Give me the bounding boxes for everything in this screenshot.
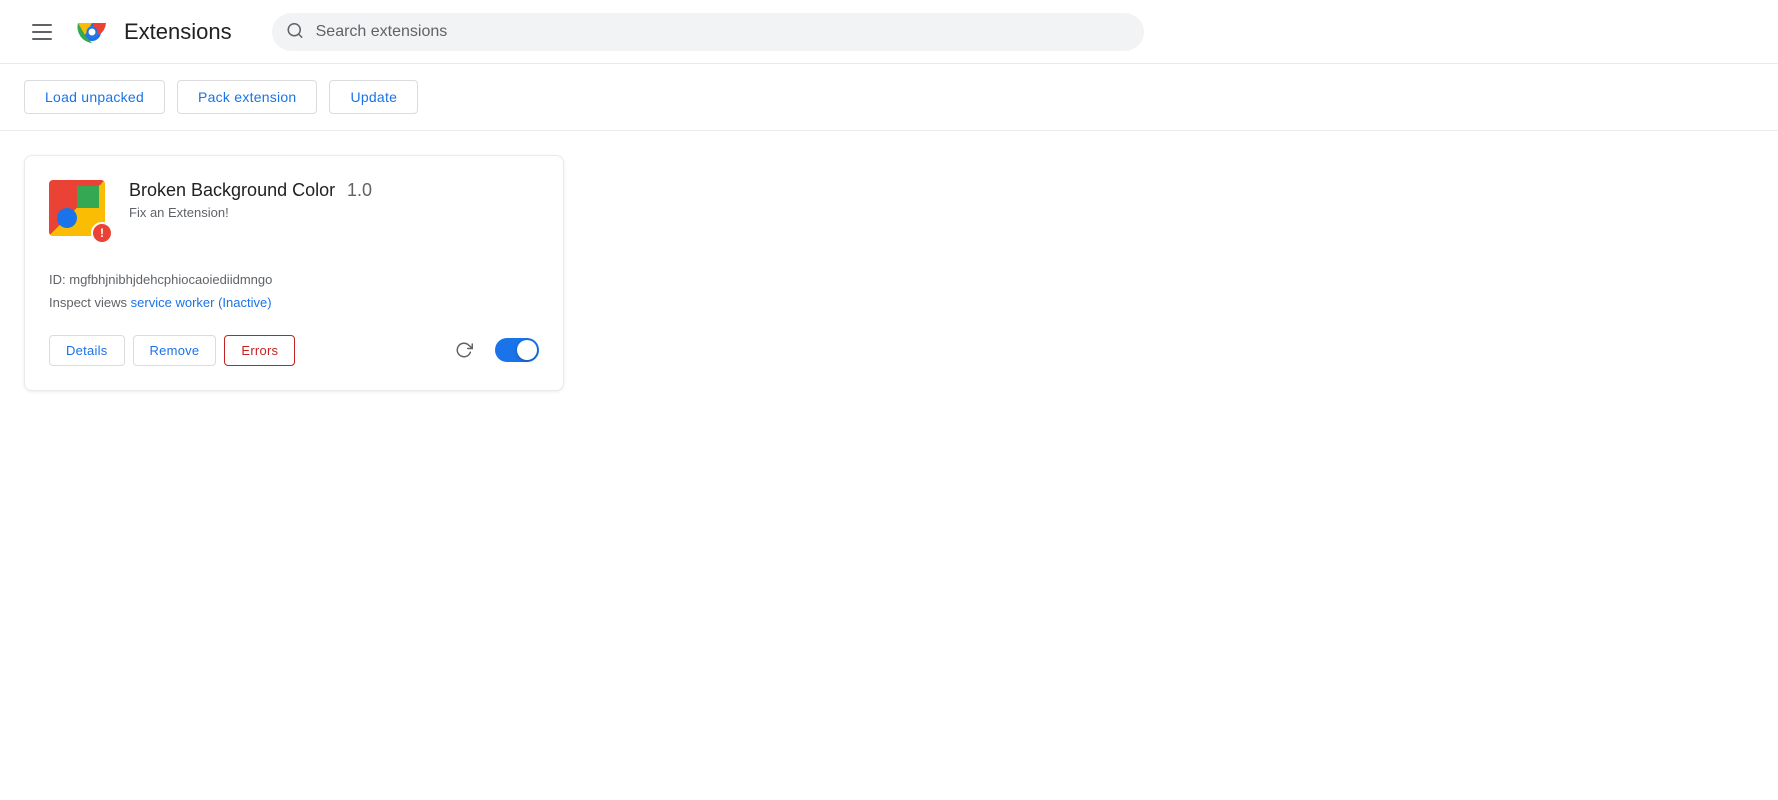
page-title: Extensions bbox=[124, 19, 232, 45]
app-header: Extensions bbox=[0, 0, 1778, 64]
extension-version: 1.0 bbox=[347, 180, 372, 200]
extension-card: ! Broken Background Color 1.0 Fix an Ext… bbox=[24, 155, 564, 391]
search-icon bbox=[286, 21, 304, 42]
load-unpacked-button[interactable]: Load unpacked bbox=[24, 80, 165, 114]
id-value: mgfbhjnibhjdehcphiocaoiediidmngo bbox=[69, 272, 272, 287]
extension-info: Broken Background Color 1.0 Fix an Exten… bbox=[129, 180, 372, 220]
error-badge-icon: ! bbox=[91, 222, 113, 244]
errors-button-wrap: Errors bbox=[224, 335, 295, 366]
reload-icon bbox=[455, 341, 473, 359]
toolbar: Load unpacked Pack extension Update bbox=[0, 64, 1778, 131]
remove-button[interactable]: Remove bbox=[133, 335, 217, 366]
id-label: ID: bbox=[49, 272, 66, 287]
extension-name: Broken Background Color bbox=[129, 180, 335, 200]
search-input[interactable] bbox=[272, 13, 1144, 51]
inspect-label: Inspect views bbox=[49, 295, 127, 310]
pack-extension-button[interactable]: Pack extension bbox=[177, 80, 317, 114]
details-button[interactable]: Details bbox=[49, 335, 125, 366]
card-header: ! Broken Background Color 1.0 Fix an Ext… bbox=[49, 180, 539, 244]
reload-button[interactable] bbox=[449, 335, 479, 365]
extension-meta: ID: mgfbhjnibhjdehcphiocaoiediidmngo Ins… bbox=[49, 268, 539, 315]
card-actions: Details Remove Errors bbox=[49, 335, 539, 366]
search-bar bbox=[272, 13, 1144, 51]
menu-button[interactable] bbox=[24, 16, 60, 48]
extension-icon: ! bbox=[49, 180, 113, 244]
extension-id-row: ID: mgfbhjnibhjdehcphiocaoiediidmngo bbox=[49, 268, 539, 291]
extension-description: Fix an Extension! bbox=[129, 205, 372, 220]
enable-toggle[interactable] bbox=[495, 338, 539, 362]
update-button[interactable]: Update bbox=[329, 80, 418, 114]
inspect-views-row: Inspect views service worker (Inactive) bbox=[49, 291, 539, 314]
service-worker-link[interactable]: service worker (Inactive) bbox=[131, 295, 272, 310]
chrome-logo-icon bbox=[76, 16, 108, 48]
errors-button[interactable]: Errors bbox=[224, 335, 295, 366]
main-content: ! Broken Background Color 1.0 Fix an Ext… bbox=[0, 131, 1778, 415]
